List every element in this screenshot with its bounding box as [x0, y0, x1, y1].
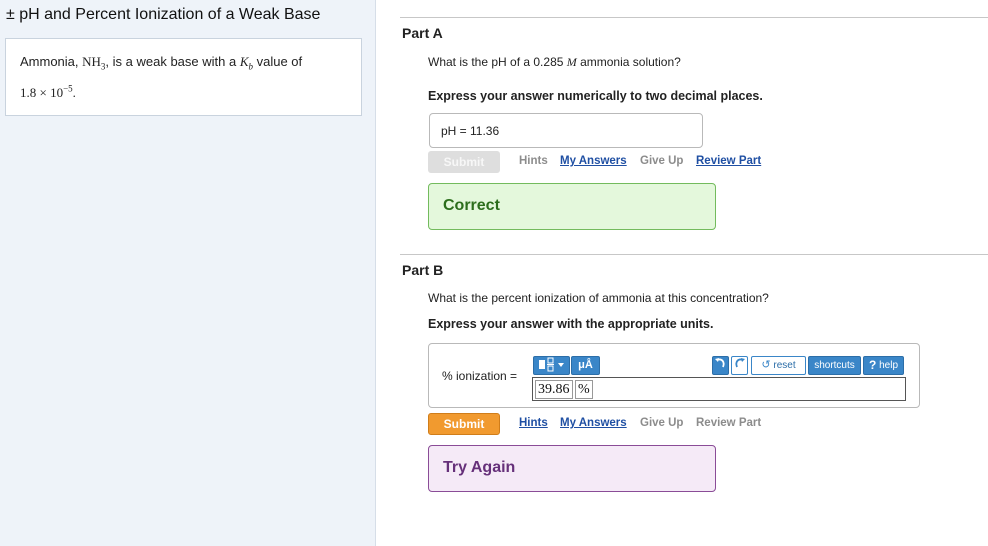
help-label: help — [879, 360, 899, 371]
part-a-instruction: Express your answer numerically to two d… — [428, 89, 763, 103]
left-panel: ± pH and Percent Ionization of a Weak Ba… — [0, 0, 376, 546]
undo-icon — [715, 358, 725, 368]
part-b-answer-panel: % ionization = μÅ ↺ reset shortcuts ? he… — [428, 343, 920, 408]
part-a-submit-button[interactable]: Submit — [428, 151, 500, 173]
part-a-my-answers-link[interactable]: My Answers — [560, 155, 627, 167]
redo-button[interactable] — [731, 356, 748, 375]
part-b-submit-button[interactable]: Submit — [428, 413, 500, 435]
part-b-my-answers-link[interactable]: My Answers — [560, 417, 627, 429]
part-b-give-up-link[interactable]: Give Up — [640, 417, 683, 429]
part-a-label: Part A — [402, 25, 443, 41]
part-a-hints-link[interactable]: Hints — [519, 155, 548, 167]
page-title: ± pH and Percent Ionization of a Weak Ba… — [6, 6, 321, 23]
help-button[interactable]: ? help — [863, 356, 904, 375]
part-a-action-row: Submit Hints My Answers Give Up Review P… — [428, 151, 768, 173]
part-b-instruction: Express your answer with the appropriate… — [428, 317, 714, 331]
units-button[interactable]: μÅ — [571, 356, 600, 375]
undo-button[interactable] — [712, 356, 729, 375]
kb-value: 1.8 × 10−5. — [20, 83, 76, 100]
percent-ionization-input[interactable]: 39.86 % — [532, 377, 906, 401]
fraction-template-icon — [538, 357, 564, 372]
reset-button[interactable]: ↺ reset — [751, 356, 806, 375]
ammonia-formula: NH3 — [82, 54, 106, 72]
part-a-answer-field[interactable]: pH = 11.36 — [429, 113, 703, 148]
part-b-label: Part B — [402, 262, 444, 278]
redo-icon — [735, 358, 745, 368]
units-icon: μÅ — [578, 359, 593, 371]
percent-ionization-label: % ionization = — [442, 369, 518, 383]
reset-icon: ↺ — [761, 359, 771, 371]
intro-text-pre: Ammonia, — [20, 54, 83, 69]
part-b-feedback-try-again: Try Again — [428, 445, 716, 492]
part-a-question: What is the pH of a 0.285 M ammonia solu… — [428, 55, 681, 69]
part-a-review-part-link[interactable]: Review Part — [696, 155, 761, 167]
shortcuts-button[interactable]: shortcuts — [808, 356, 861, 375]
templates-button[interactable] — [533, 356, 570, 375]
part-b-question: What is the percent ionization of ammoni… — [428, 291, 769, 305]
answer-value[interactable]: 39.86 — [535, 380, 573, 399]
intro-text-post: value of — [253, 54, 303, 69]
part-b-divider — [400, 254, 988, 255]
intro-text-mid: , is a weak base with a — [105, 54, 240, 69]
answer-unit[interactable]: % — [575, 380, 593, 399]
kb-symbol: Kb — [239, 54, 253, 72]
part-a-divider — [400, 17, 988, 18]
part-b-review-part-link[interactable]: Review Part — [696, 417, 761, 429]
part-a-feedback-correct: Correct — [428, 183, 716, 230]
part-b-action-row: Submit Hints My Answers Give Up Review P… — [428, 413, 768, 435]
problem-intro: Ammonia, NH3, is a weak base with a Kb v… — [5, 38, 362, 116]
part-a-give-up-link[interactable]: Give Up — [640, 155, 683, 167]
part-b-hints-link[interactable]: Hints — [519, 417, 548, 429]
reset-label: reset — [773, 360, 796, 371]
help-icon: ? — [868, 358, 877, 372]
